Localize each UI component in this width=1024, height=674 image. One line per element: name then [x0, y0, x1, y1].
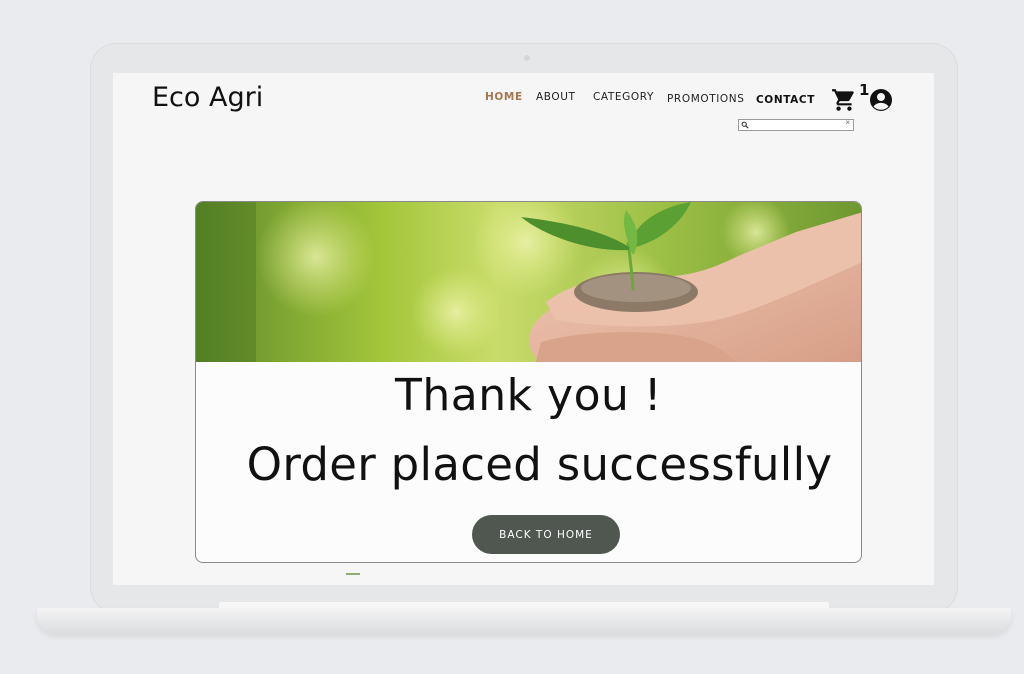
seedling-hero-image — [196, 202, 861, 362]
back-to-home-button[interactable]: BACK TO HOME — [472, 515, 620, 554]
search-bar: × — [738, 118, 854, 131]
site-logo[interactable]: Eco Agri — [152, 82, 263, 113]
order-placed-message: Order placed successfully — [246, 438, 833, 491]
nav-contact[interactable]: CONTACT — [756, 94, 815, 106]
laptop-base — [37, 608, 1011, 634]
laptop-camera — [524, 55, 530, 61]
cart-count-badge: 1 — [859, 81, 870, 99]
search-clear-icon[interactable]: × — [845, 118, 850, 127]
cart-button[interactable] — [831, 87, 857, 113]
nav-promotions[interactable]: PROMOTIONS — [667, 93, 745, 105]
account-circle-icon — [870, 89, 892, 111]
thank-you-heading: Thank you ! — [394, 370, 663, 421]
search-icon[interactable] — [741, 121, 749, 129]
account-button[interactable] — [869, 88, 893, 112]
order-confirmation-card: Thank you ! Order placed successfully BA… — [195, 201, 862, 563]
search-input[interactable] — [751, 120, 841, 130]
shopping-cart-icon — [832, 89, 854, 111]
nav-about[interactable]: ABOUT — [536, 91, 576, 103]
nav-home[interactable]: HOME — [485, 91, 523, 103]
browser-screen: Eco Agri HOME ABOUT CATEGORY PROMOTIONS … — [113, 73, 934, 585]
nav-category[interactable]: CATEGORY — [593, 91, 654, 103]
footer-mark — [346, 573, 360, 575]
